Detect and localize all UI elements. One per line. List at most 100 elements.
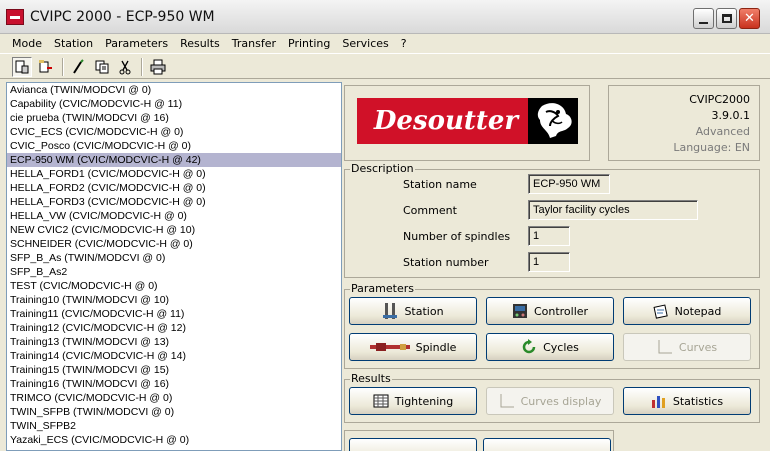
version-panel: CVIPC2000 3.9.0.1 Advanced Language: EN — [608, 85, 760, 161]
maximize-button[interactable] — [716, 8, 737, 29]
station-list[interactable]: Avianca (TWIN/MODCVI @ 0) Capability (CVI… — [6, 82, 342, 451]
curves-button[interactable]: Curves — [623, 333, 751, 361]
menu-help[interactable]: ? — [395, 37, 413, 50]
station-list-item[interactable]: HELLA_VW (CVIC/MODCVIC-H @ 0) — [7, 209, 341, 223]
curves-display-button-label: Curves display — [520, 394, 602, 408]
griffin-logo-icon — [528, 98, 578, 144]
spindles-label: Number of spindles — [403, 230, 511, 243]
window-title: CVIPC 2000 - ECP-950 WM — [30, 9, 215, 25]
station-connect-icon[interactable] — [36, 57, 56, 77]
station-list-item[interactable]: HELLA_FORD1 (CVIC/MODCVIC-H @ 0) — [7, 167, 341, 181]
controller-button-label: Controller — [533, 304, 589, 318]
title-bar: CVIPC 2000 - ECP-950 WM ✕ — [0, 0, 770, 34]
station-list-item[interactable]: TEST (CVIC/MODCVIC-H @ 0) — [7, 279, 341, 293]
station-icon[interactable] — [12, 57, 32, 77]
comment-field: Taylor facility cycles — [528, 200, 698, 220]
menu-station[interactable]: Station — [48, 37, 99, 50]
menu-services[interactable]: Services — [336, 37, 394, 50]
notepad-button-label: Notepad — [674, 304, 722, 318]
station-list-item[interactable]: ECP-950 WM (CVIC/MODCVIC-H @ 42) — [7, 153, 341, 167]
notepad-button[interactable]: Notepad — [623, 297, 751, 325]
toolbar-separator — [141, 58, 143, 76]
station-list-item[interactable]: Yazaki_ECS (CVIC/MODCVIC-H @ 0) — [7, 433, 341, 447]
brand-logo-text: Desoutter — [373, 106, 519, 136]
tightening-button[interactable]: Tightening — [349, 387, 477, 415]
station-list-item[interactable]: TWIN_SFPB2 — [7, 419, 341, 433]
station-list-item[interactable]: CVIC_ECS (CVIC/MODCVIC-H @ 0) — [7, 125, 341, 139]
toolbar-separator — [62, 58, 64, 76]
spindle-button-label: Spindle — [415, 340, 457, 354]
menu-transfer[interactable]: Transfer — [226, 37, 282, 50]
station-list-item[interactable]: SCHNEIDER (CVIC/MODCVIC-H @ 0) — [7, 237, 341, 251]
station-button-label: Station — [404, 304, 444, 318]
station-list-item[interactable]: Training11 (CVIC/MODCVIC-H @ 11) — [7, 307, 341, 321]
curves-display-button[interactable]: Curves display — [486, 387, 614, 415]
station-list-item[interactable]: CVIC_Posco (CVIC/MODCVIC-H @ 0) — [7, 139, 341, 153]
station-list-item[interactable]: SFP_B_As (TWIN/MODCVI @ 0) — [7, 251, 341, 265]
edit-icon[interactable] — [68, 57, 88, 77]
notepad-icon — [653, 304, 668, 319]
station-list-item[interactable]: Training14 (CVIC/MODCVIC-H @ 14) — [7, 349, 341, 363]
station-list-item[interactable]: Training12 (CVIC/MODCVIC-H @ 12) — [7, 321, 341, 335]
cycles-icon — [522, 339, 536, 354]
station-list-item[interactable]: HELLA_FORD3 (CVIC/MODCVIC-H @ 0) — [7, 195, 341, 209]
menu-bar: Mode Station Parameters Results Transfer… — [0, 34, 770, 52]
tightening-button-label: Tightening — [394, 394, 454, 408]
station-list-item[interactable]: Training10 (TWIN/MODCVI @ 10) — [7, 293, 341, 307]
statistics-icon — [651, 396, 665, 408]
curves-display-icon — [500, 394, 514, 408]
station-list-item[interactable]: TWIN_SFPB (TWIN/MODCVI @ 0) — [7, 405, 341, 419]
comment-label: Comment — [403, 204, 457, 217]
edition-label: Advanced — [695, 125, 750, 138]
menu-parameters[interactable]: Parameters — [99, 37, 174, 50]
cycles-button[interactable]: Cycles — [486, 333, 614, 361]
spindle-button[interactable]: Spindle — [349, 333, 477, 361]
tightening-icon — [373, 394, 389, 408]
curves-icon — [658, 340, 672, 354]
statistics-button[interactable]: Statistics — [623, 387, 751, 415]
close-button[interactable]: ✕ — [739, 8, 760, 29]
station-list-item[interactable]: TRIMCO (CVIC/MODCVIC-H @ 0) — [7, 391, 341, 405]
statistics-button-label: Statistics — [672, 394, 724, 408]
maximize-icon — [721, 14, 732, 23]
station-list-item[interactable]: HELLA_FORD2 (CVIC/MODCVIC-H @ 0) — [7, 181, 341, 195]
close-icon: ✕ — [744, 11, 755, 26]
station-list-item[interactable]: cie prueba (TWIN/MODCVI @ 16) — [7, 111, 341, 125]
copy-icon[interactable] — [92, 57, 112, 77]
menu-mode[interactable]: Mode — [0, 37, 48, 50]
station-name-field: ECP-950 WM — [528, 174, 610, 194]
bottom-button-2[interactable] — [483, 438, 611, 451]
controller-button[interactable]: Controller — [486, 297, 614, 325]
logo-panel: Desoutter — [344, 85, 590, 161]
toolbar — [0, 53, 770, 79]
cycles-button-label: Cycles — [543, 340, 579, 354]
station-list-item[interactable]: Training15 (TWIN/MODCVI @ 15) — [7, 363, 341, 377]
curves-button-label: Curves — [678, 340, 718, 354]
language-label: Language: EN — [673, 141, 750, 154]
minimize-icon — [699, 21, 708, 24]
station-tool-icon — [383, 303, 398, 319]
minimize-button[interactable] — [693, 8, 714, 29]
station-name-label: Station name — [403, 178, 477, 191]
station-list-item[interactable]: Training13 (TWIN/MODCVI @ 13) — [7, 335, 341, 349]
station-list-item[interactable]: Capability (CVIC/MODCVIC-H @ 11) — [7, 97, 341, 111]
station-list-item[interactable]: Training16 (TWIN/MODCVI @ 16) — [7, 377, 341, 391]
station-list-item[interactable]: SFP_B_As2 — [7, 265, 341, 279]
results-group-label: Results — [350, 372, 392, 385]
cut-icon[interactable] — [115, 57, 135, 77]
spindles-field: 1 — [528, 226, 570, 246]
station-number-field: 1 — [528, 252, 570, 272]
product-name: CVIPC2000 — [689, 93, 750, 106]
controller-icon — [512, 304, 527, 318]
description-group-label: Description — [350, 162, 415, 175]
menu-results[interactable]: Results — [174, 37, 226, 50]
station-list-item[interactable]: Avianca (TWIN/MODCVI @ 0) — [7, 83, 341, 97]
station-button[interactable]: Station — [349, 297, 477, 325]
version-number: 3.9.0.1 — [711, 109, 750, 122]
menu-printing[interactable]: Printing — [282, 37, 336, 50]
bottom-button-1[interactable] — [349, 438, 477, 451]
station-list-item[interactable]: NEW CVIC2 (CVIC/MODCVIC-H @ 10) — [7, 223, 341, 237]
print-icon[interactable] — [148, 57, 168, 77]
brand-logo: Desoutter — [357, 98, 535, 144]
app-icon — [6, 9, 24, 25]
